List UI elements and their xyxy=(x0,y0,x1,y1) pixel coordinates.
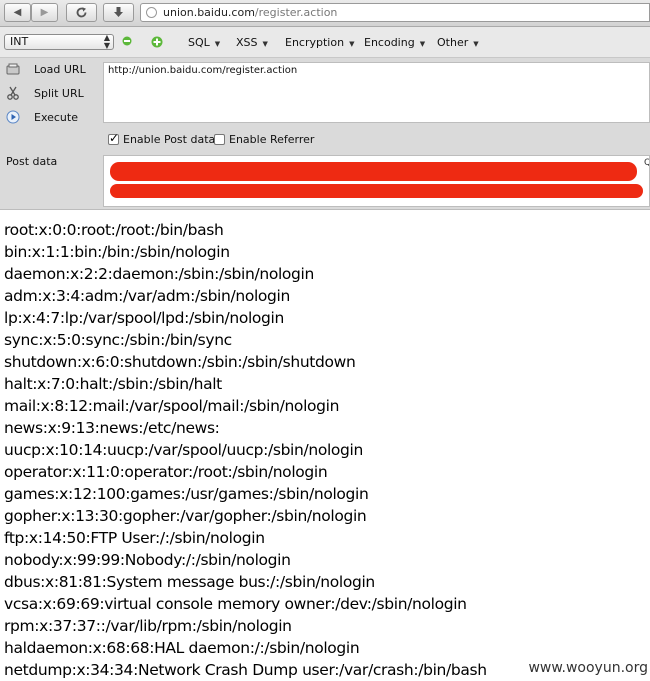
decrement-icon[interactable] xyxy=(122,36,132,46)
select-arrows-icon: ▲ ▼ xyxy=(103,33,110,50)
split-url-button[interactable]: Split URL xyxy=(6,86,84,100)
dropdown-arrow-icon: ▼ xyxy=(214,40,221,48)
download-button[interactable] xyxy=(103,3,134,22)
type-select[interactable]: INT ▲ ▼ xyxy=(4,34,114,50)
passwd-output: root:x:0:0:root:/root:/bin/bash bin:x:1:1… xyxy=(4,219,487,681)
menu-other-label: Other xyxy=(437,36,469,49)
menu-other[interactable]: Other ▼ xyxy=(437,36,479,49)
play-icon xyxy=(6,110,20,124)
menu-sql[interactable]: SQL ▼ xyxy=(188,36,220,49)
output-line: netdump:x:34:34:Network Crash Dump user:… xyxy=(4,661,487,679)
output-line: games:x:12:100:games:/usr/games:/sbin/no… xyxy=(4,485,369,503)
menu-encoding-label: Encoding xyxy=(364,36,415,49)
menu-encryption[interactable]: Encryption ▼ xyxy=(285,36,354,49)
scissors-icon xyxy=(7,86,19,100)
execute-label: Execute xyxy=(34,110,78,124)
dropdown-arrow-icon: ▼ xyxy=(419,40,426,48)
output-line: rpm:x:37:37::/var/lib/rpm:/sbin/nologin xyxy=(4,617,292,635)
increment-icon[interactable] xyxy=(151,36,163,48)
url-textarea-value: http://union.baidu.com/register.action xyxy=(108,65,298,76)
reload-icon xyxy=(76,7,87,18)
back-icon: ◀ xyxy=(13,7,22,18)
menu-xss[interactable]: XSS ▼ xyxy=(236,36,268,49)
menu-xss-label: XSS xyxy=(236,36,258,49)
download-icon xyxy=(114,7,123,17)
enable-referrer-checkbox[interactable]: Enable Referrer xyxy=(214,133,314,146)
checkbox-checked-icon xyxy=(108,131,119,145)
output-line: nobody:x:99:99:Nobody:/:/sbin/nologin xyxy=(4,551,291,569)
back-button[interactable]: ◀ xyxy=(4,3,31,22)
output-line: news:x:9:13:news:/etc/news: xyxy=(4,419,220,437)
enable-post-checkbox[interactable]: Enable Post data xyxy=(108,131,216,146)
post-data-label: Post data xyxy=(6,155,58,168)
output-line: mail:x:8:12:mail:/var/spool/mail:/sbin/n… xyxy=(4,397,340,415)
watermark: www.wooyun.org xyxy=(528,660,648,676)
redaction-mark xyxy=(110,184,643,198)
output-line: vcsa:x:69:69:virtual console memory owne… xyxy=(4,595,467,613)
url-path: /register.action xyxy=(254,6,338,19)
browser-toolbar: ◀ ▶ union.baidu.com/register.action xyxy=(0,0,650,27)
output-line: bin:x:1:1:bin:/bin:/sbin/nologin xyxy=(4,243,230,261)
globe-icon xyxy=(146,7,157,18)
enable-referrer-label: Enable Referrer xyxy=(229,133,315,146)
enable-post-label: Enable Post data xyxy=(123,133,216,146)
forward-icon: ▶ xyxy=(40,7,49,18)
output-line: dbus:x:81:81:System message bus:/:/sbin/… xyxy=(4,573,375,591)
output-line: operator:x:11:0:operator:/root:/sbin/nol… xyxy=(4,463,328,481)
output-line: halt:x:7:0:halt:/sbin:/sbin/halt xyxy=(4,375,222,393)
dropdown-arrow-icon: ▼ xyxy=(349,40,355,48)
menu-sql-label: SQL xyxy=(188,36,210,49)
menu-encryption-label: Encryption xyxy=(285,36,345,49)
output-line: sync:x:5:0:sync:/sbin:/bin/sync xyxy=(4,331,232,349)
execute-button[interactable]: Execute xyxy=(6,110,78,124)
hackbar-toolbar: INT ▲ ▼ SQL ▼ XSS ▼ Encryption ▼ Encoding ▼ O… xyxy=(0,27,650,58)
output-line: lp:x:4:7:lp:/var/spool/lpd:/sbin/nologin xyxy=(4,309,284,327)
forward-button[interactable]: ▶ xyxy=(31,3,58,22)
post-data-fragment: Qj xyxy=(644,158,649,168)
output-line: ftp:x:14:50:FTP User:/:/sbin/nologin xyxy=(4,529,265,547)
type-select-value: INT xyxy=(10,35,29,48)
load-url-icon xyxy=(6,63,20,75)
url-host: union.baidu.com xyxy=(163,6,255,19)
output-line: uucp:x:10:14:uucp:/var/spool/uucp:/sbin/… xyxy=(4,441,363,459)
output-line: haldaemon:x:68:68:HAL daemon:/:/sbin/nol… xyxy=(4,639,360,657)
load-url-label: Load URL xyxy=(34,62,86,76)
divider xyxy=(0,209,650,210)
checkbox-unchecked-icon xyxy=(214,134,225,145)
dropdown-arrow-icon: ▼ xyxy=(262,40,268,48)
dropdown-arrow-icon: ▼ xyxy=(473,40,479,48)
output-line: shutdown:x:6:0:shutdown:/sbin:/sbin/shut… xyxy=(4,353,356,371)
redaction-mark xyxy=(110,162,637,181)
output-line: adm:x:3:4:adm:/var/adm:/sbin/nologin xyxy=(4,287,290,305)
menu-encoding[interactable]: Encoding ▼ xyxy=(364,36,425,49)
load-url-button[interactable]: Load URL xyxy=(6,62,86,76)
output-line: root:x:0:0:root:/root:/bin/bash xyxy=(4,221,224,239)
post-data-textarea[interactable]: Qj xyxy=(103,155,650,207)
reload-button[interactable] xyxy=(66,3,97,22)
url-textarea[interactable]: http://union.baidu.com/register.action xyxy=(103,62,650,123)
output-line: daemon:x:2:2:daemon:/sbin:/sbin/nologin xyxy=(4,265,314,283)
output-line: gopher:x:13:30:gopher:/var/gopher:/sbin/… xyxy=(4,507,367,525)
split-url-label: Split URL xyxy=(34,86,84,100)
address-bar[interactable]: union.baidu.com/register.action xyxy=(140,3,650,22)
